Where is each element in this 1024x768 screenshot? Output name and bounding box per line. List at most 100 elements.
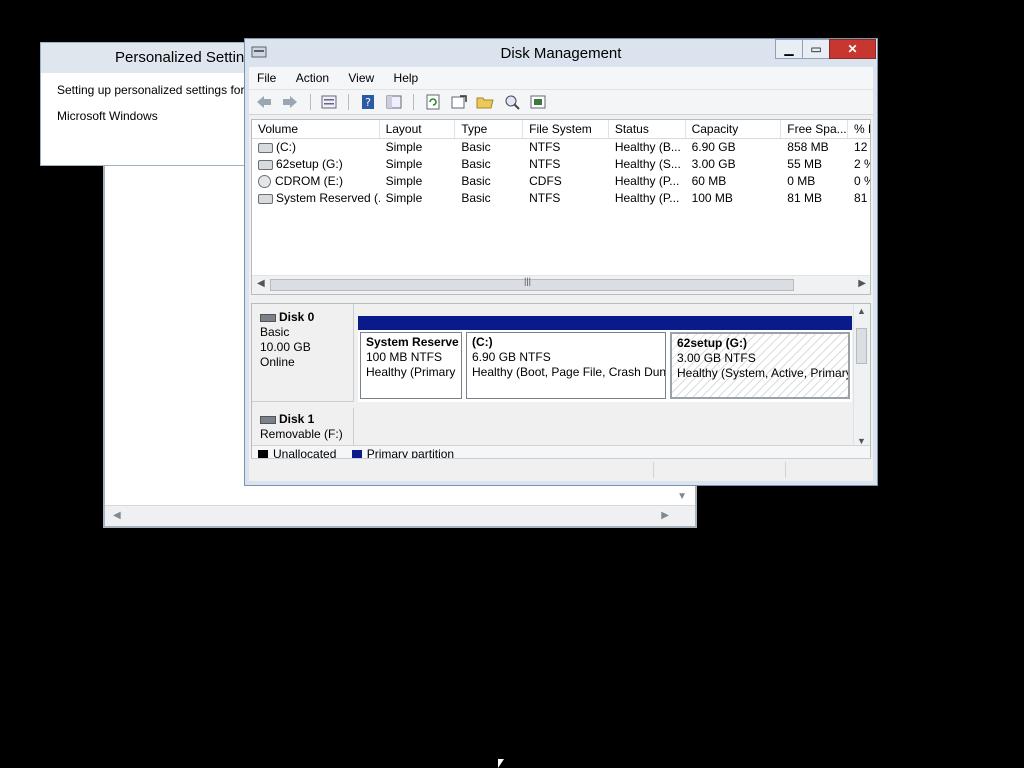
minimize-button[interactable]: ▁ <box>775 39 803 59</box>
cell-file-system: NTFS <box>529 157 561 171</box>
cell-file-system: CDFS <box>529 174 562 188</box>
close-icon: ✕ <box>847 42 858 56</box>
menu-bar: File Action View Help <box>249 67 873 90</box>
partition-bar <box>358 316 464 330</box>
table-row[interactable]: 62setup (G:) Simple Basic NTFS Healthy (… <box>252 156 870 173</box>
cell-type: Basic <box>461 191 491 205</box>
menu-view[interactable]: View <box>340 67 382 89</box>
cd-icon <box>258 175 271 189</box>
explore-icon[interactable] <box>503 94 521 110</box>
column-header-status[interactable]: Status <box>609 120 686 138</box>
partition-status: Healthy (Primary <box>366 365 456 379</box>
partition-name: System Reserve <box>366 335 459 349</box>
column-header-type[interactable]: Type <box>455 120 524 138</box>
cell-file-system: NTFS <box>529 140 561 154</box>
cell-layout: Simple <box>385 174 423 188</box>
partition-status: Healthy (System, Active, Primary <box>677 366 850 380</box>
volume-list[interactable]: Volume Layout Type File System Status Ca… <box>251 119 871 295</box>
scrollbar-thumb[interactable] <box>856 328 867 364</box>
drive-icon <box>258 159 273 170</box>
column-header-free-space[interactable]: Free Spa... <box>781 120 849 138</box>
maximize-button[interactable]: ▭ <box>802 39 830 59</box>
column-header-percent-free[interactable]: % F <box>848 120 870 138</box>
disk-management-window: Disk Management ▁ ▭ ✕ File Action View H… <box>244 38 878 486</box>
cell-percent-free: 81 <box>854 191 868 205</box>
cell-volume: 62setup (G:) <box>276 157 343 171</box>
disk-1-label[interactable]: Disk 1 Removable (F:) <box>252 408 354 448</box>
maximize-icon: ▭ <box>810 42 822 56</box>
table-row[interactable]: System Reserved (... Simple Basic NTFS H… <box>252 190 870 207</box>
partition-system-reserved[interactable]: System Reserve 100 MB NTFS Healthy (Prim… <box>358 316 464 402</box>
partition-g[interactable]: 62setup (G:) 3.00 GB NTFS Healthy (Syste… <box>668 316 852 402</box>
cell-type: Basic <box>461 140 491 154</box>
title-bar[interactable]: Disk Management ▁ ▭ ✕ <box>245 39 877 67</box>
cell-capacity: 60 MB <box>691 174 727 188</box>
disk-1-type: Removable (F:) <box>260 427 343 441</box>
disk-0-type: Basic <box>260 325 290 339</box>
status-bar <box>251 458 871 481</box>
cell-free-space: 55 MB <box>787 157 822 171</box>
cell-capacity: 6.90 GB <box>691 140 736 154</box>
toolbar: ? <box>249 90 873 115</box>
cell-free-space: 0 MB <box>787 174 816 188</box>
disk-0-name: Disk 0 <box>279 310 315 324</box>
view-icon[interactable] <box>385 94 403 110</box>
volume-list-header: Volume Layout Type File System Status Ca… <box>252 120 870 139</box>
scroll-up-icon[interactable]: ▲ <box>857 306 866 316</box>
scroll-left-icon[interactable]: ◀ <box>113 510 121 521</box>
partition-bar <box>464 316 668 330</box>
cell-free-space: 858 MB <box>787 140 829 154</box>
cell-type: Basic <box>461 157 491 171</box>
partition-size: 3.00 GB NTFS <box>677 351 756 365</box>
partition-size: 100 MB NTFS <box>366 350 443 364</box>
scrollbar-thumb[interactable] <box>270 279 794 291</box>
rescan-icon[interactable] <box>450 94 468 110</box>
table-row[interactable]: (C:) Simple Basic NTFS Healthy (B... 6.9… <box>252 139 870 156</box>
table-row[interactable]: CDROM (E:) Simple Basic CDFS Healthy (P.… <box>252 173 870 190</box>
disk-icon <box>260 415 276 424</box>
column-header-file-system[interactable]: File System <box>523 120 609 138</box>
volume-list-horizontal-scrollbar[interactable]: ◀ ||| ▶ <box>252 275 870 294</box>
column-header-capacity[interactable]: Capacity <box>686 120 782 138</box>
disk-0-label[interactable]: Disk 0 Basic 10.00 GB Online <box>252 304 354 402</box>
scroll-down-icon[interactable]: ▼ <box>677 491 687 502</box>
menu-file[interactable]: File <box>249 67 284 89</box>
drive-icon <box>258 193 273 204</box>
menu-help[interactable]: Help <box>386 67 427 89</box>
refresh-icon[interactable] <box>424 94 442 110</box>
cell-layout: Simple <box>385 157 423 171</box>
scroll-left-icon[interactable]: ◀ <box>257 278 265 289</box>
cell-percent-free: 0 % <box>854 174 870 188</box>
disk-1-name: Disk 1 <box>279 412 315 426</box>
scrollbar-grip-icon: ||| <box>524 276 532 286</box>
minimize-icon: ▁ <box>784 42 794 56</box>
mouse-cursor <box>498 759 504 768</box>
cell-volume: CDROM (E:) <box>275 174 343 188</box>
cell-volume: System Reserved (... <box>276 191 380 205</box>
settings-icon[interactable] <box>529 94 547 110</box>
cell-status: Healthy (P... <box>614 191 680 205</box>
back-icon[interactable] <box>255 94 273 110</box>
scroll-right-icon[interactable]: ▶ <box>661 510 669 521</box>
disk-map-vertical-scrollbar[interactable]: ▲ ▼ <box>853 304 870 448</box>
drive-icon <box>258 142 273 153</box>
status-cell <box>653 462 654 478</box>
cell-layout: Simple <box>385 140 423 154</box>
menu-action[interactable]: Action <box>288 67 337 89</box>
forward-icon[interactable] <box>281 94 299 110</box>
cell-percent-free: 12 <box>854 140 868 154</box>
properties-icon[interactable] <box>320 94 338 110</box>
background-horizontal-scrollbar[interactable]: ◀ ▶ <box>105 505 695 526</box>
column-header-layout[interactable]: Layout <box>380 120 456 138</box>
close-button[interactable]: ✕ <box>829 39 876 59</box>
column-header-volume[interactable]: Volume <box>252 120 380 138</box>
open-icon[interactable] <box>476 94 495 110</box>
partition-bar <box>668 316 852 330</box>
cell-volume: (C:) <box>276 140 296 154</box>
disk-map: Disk 0 Basic 10.00 GB Online System Rese… <box>251 303 871 463</box>
partition-c[interactable]: (C:) 6.90 GB NTFS Healthy (Boot, Page Fi… <box>464 316 668 402</box>
cell-free-space: 81 MB <box>787 191 822 205</box>
disk-0-size: 10.00 GB <box>260 340 311 354</box>
help-icon[interactable]: ? <box>359 94 377 110</box>
scroll-right-icon[interactable]: ▶ <box>858 278 866 289</box>
